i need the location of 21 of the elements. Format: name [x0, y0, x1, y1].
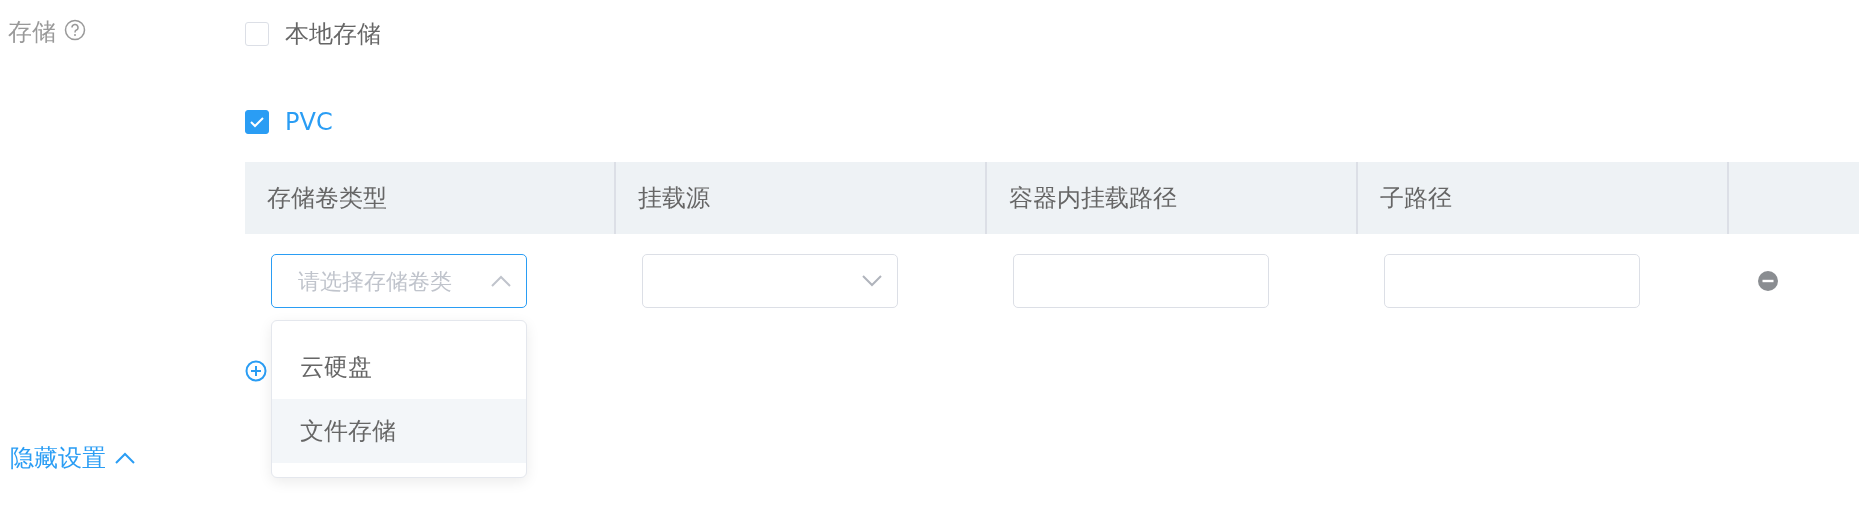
menu-item[interactable]: 文件存储 [272, 399, 526, 463]
column-header: 容器内挂载路径 [1009, 183, 1177, 214]
column-header: 存储卷类型 [267, 183, 387, 214]
menu-item[interactable]: 云硬盘 [272, 335, 526, 399]
caret-icon [490, 274, 512, 288]
field-label: 存储 [8, 17, 56, 48]
input-field[interactable] [1013, 254, 1269, 308]
help-icon[interactable] [64, 19, 86, 41]
checkbox-label: PVC [285, 107, 333, 138]
caret-icon [114, 451, 136, 465]
select-field[interactable] [642, 254, 898, 308]
toggle-link[interactable]: 隐藏设置 [10, 440, 136, 476]
column-header: 挂载源 [638, 183, 710, 214]
checkbox-label: 本地存储 [285, 19, 381, 50]
checkmark-icon [250, 116, 264, 128]
checkbox[interactable] [245, 110, 269, 134]
input-field[interactable] [1384, 254, 1640, 308]
column-header: 子路径 [1380, 183, 1452, 214]
remove-icon[interactable] [1757, 270, 1779, 292]
caret-icon [861, 274, 883, 288]
add-icon[interactable] [245, 360, 267, 382]
